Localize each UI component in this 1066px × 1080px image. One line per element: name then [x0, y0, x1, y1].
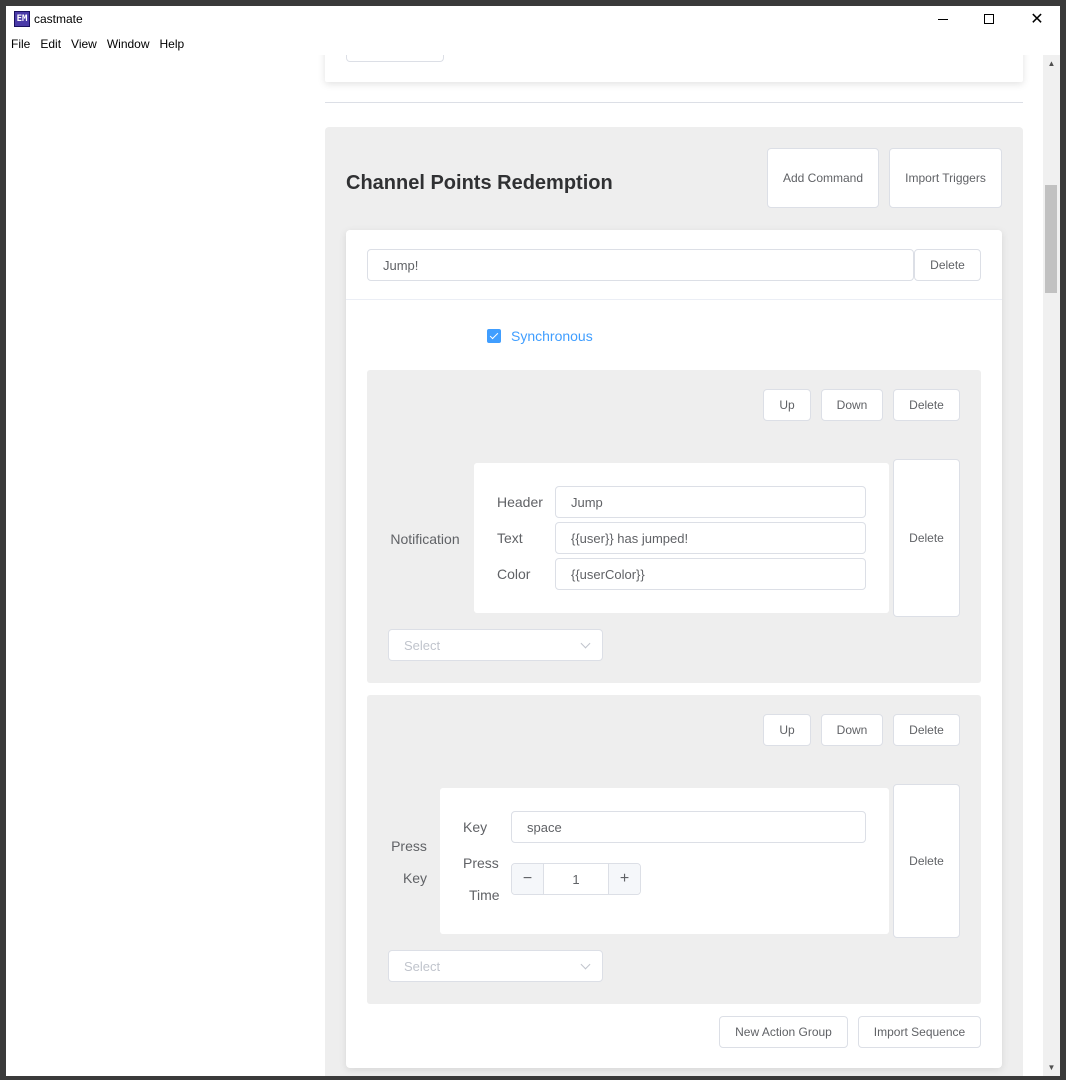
new-action-group-button[interactable]: New Action Group	[719, 1016, 848, 1048]
menu-edit[interactable]: Edit	[35, 35, 66, 55]
delete-group-button[interactable]: Delete	[893, 389, 960, 421]
move-up-button[interactable]: Up	[763, 714, 811, 746]
window-title: castmate	[34, 12, 83, 26]
select-placeholder: Select	[404, 958, 441, 974]
text-field-label: Text	[497, 530, 523, 546]
menu-file[interactable]: File	[6, 35, 35, 55]
vertical-scrollbar[interactable]: ▲ ▼	[1043, 55, 1060, 1076]
minimize-icon	[938, 18, 948, 20]
delete-group-button[interactable]: Delete	[893, 714, 960, 746]
decrement-button[interactable]: −	[512, 864, 544, 894]
chevron-down-icon	[580, 959, 591, 970]
menu-help[interactable]: Help	[155, 35, 190, 55]
app-logo-icon: EM	[14, 11, 30, 27]
action-type-label-line1: Press	[391, 838, 427, 854]
action-select[interactable]: Select	[388, 629, 603, 661]
press-key-form: Key space Press Time − 1 +	[440, 788, 889, 934]
press-time-value[interactable]: 1	[544, 864, 608, 894]
menu-bar: File Edit View Window Help	[6, 35, 189, 55]
synchronous-checkbox[interactable]	[487, 329, 501, 343]
move-down-button[interactable]: Down	[821, 714, 883, 746]
header-input[interactable]: Jump	[555, 486, 866, 518]
press-time-label-line2: Time	[469, 887, 500, 903]
import-triggers-button[interactable]: Import Triggers	[889, 148, 1002, 208]
action-type-label-line2: Key	[402, 870, 428, 886]
move-down-button[interactable]: Down	[821, 389, 883, 421]
scroll-up-icon[interactable]: ▲	[1043, 55, 1060, 72]
title-bar: EM castmate ✕	[6, 6, 1060, 32]
maximize-button[interactable]	[966, 6, 1012, 32]
command-header-divider	[346, 299, 1002, 300]
header-field-label: Header	[497, 494, 543, 510]
scroll-down-icon[interactable]: ▼	[1043, 1059, 1060, 1076]
command-name-input[interactable]: Jump!	[367, 249, 914, 281]
key-input[interactable]: space	[511, 811, 866, 843]
minimize-button[interactable]	[920, 6, 966, 32]
press-time-label-line1: Press	[463, 855, 499, 871]
previous-card-button[interactable]	[346, 55, 444, 62]
menu-view[interactable]: View	[66, 35, 102, 55]
text-input[interactable]: {{user}} has jumped!	[555, 522, 866, 554]
maximize-icon	[984, 14, 994, 24]
action-group-notification: Up Down Delete Notification Header Jump …	[367, 370, 981, 683]
select-placeholder: Select	[404, 637, 441, 653]
scroll-thumb[interactable]	[1045, 185, 1057, 293]
key-field-label: Key	[463, 819, 488, 835]
app-window: EM castmate ✕ File Edit View Window Help…	[6, 6, 1060, 1076]
trigger-title: Channel Points Redemption	[346, 172, 613, 194]
press-time-stepper: − 1 +	[511, 863, 641, 895]
synchronous-label[interactable]: Synchronous	[511, 328, 593, 344]
delete-action-button[interactable]: Delete	[893, 784, 960, 938]
main-content: Channel Points Redemption Add Command Im…	[6, 55, 1043, 1076]
color-field-label: Color	[497, 566, 531, 582]
close-window-button[interactable]: ✕	[1014, 6, 1060, 32]
action-type-label: Notification	[390, 531, 460, 547]
import-sequence-button[interactable]: Import Sequence	[858, 1016, 981, 1048]
increment-button[interactable]: +	[608, 864, 640, 894]
action-select[interactable]: Select	[388, 950, 603, 982]
add-command-button[interactable]: Add Command	[767, 148, 879, 208]
delete-command-button[interactable]: Delete	[914, 249, 981, 281]
delete-action-button[interactable]: Delete	[893, 459, 960, 617]
notification-form: Header Jump Text {{user}} has jumped! Co…	[474, 463, 889, 613]
color-input[interactable]: {{userColor}}	[555, 558, 866, 590]
move-up-button[interactable]: Up	[763, 389, 811, 421]
close-icon: ✕	[1030, 9, 1044, 28]
section-divider	[325, 102, 1023, 103]
menu-window[interactable]: Window	[102, 35, 155, 55]
action-group-press-key: Up Down Delete Press Key Key space Press…	[367, 695, 981, 1004]
chevron-down-icon	[580, 638, 591, 649]
